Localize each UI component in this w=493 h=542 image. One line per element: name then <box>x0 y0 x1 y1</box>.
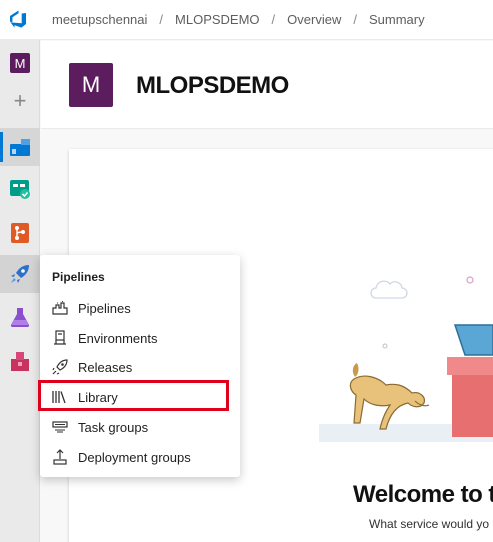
add-button[interactable]: + <box>0 82 40 120</box>
rail-pipelines[interactable] <box>0 255 40 293</box>
menu-item-label: Pipelines <box>78 300 131 316</box>
azure-devops-logo-icon[interactable] <box>8 9 28 29</box>
project-title: MLOPSDEMO <box>136 72 289 99</box>
welcome-subtitle: What service would yo <box>369 517 490 531</box>
overview-icon <box>10 139 30 156</box>
project-header: M MLOPSDEMO <box>41 41 493 129</box>
breadcrumb-summary[interactable]: Summary <box>369 12 425 27</box>
rail-artifacts[interactable] <box>0 342 40 380</box>
menu-item-pipelines[interactable]: Pipelines <box>40 293 240 323</box>
rail-test-plans[interactable] <box>0 298 40 336</box>
task-groups-icon <box>52 419 68 435</box>
boards-icon <box>10 180 30 199</box>
top-bar: meetupschennai / MLOPSDEMO / Overview / Summar… <box>0 0 493 40</box>
menu-item-task-groups[interactable]: Task groups <box>40 412 240 442</box>
breadcrumb-project[interactable]: MLOPSDEMO <box>175 12 260 27</box>
menu-item-label: Library <box>78 389 118 405</box>
flyout-title: Pipelines <box>52 270 105 284</box>
project-avatar: M <box>69 63 113 107</box>
pipelines-icon <box>52 300 68 316</box>
breadcrumb-separator: / <box>159 12 164 27</box>
menu-item-deployment-groups[interactable]: Deployment groups <box>40 442 240 472</box>
project-switcher[interactable]: M <box>0 44 40 82</box>
releases-icon <box>52 359 68 375</box>
test-plans-icon <box>10 308 30 327</box>
rail-boards[interactable] <box>0 170 40 208</box>
library-icon <box>52 389 68 405</box>
project-avatar-small: M <box>10 53 30 73</box>
breadcrumb-separator: / <box>353 12 357 27</box>
rail-repos[interactable] <box>0 214 40 252</box>
menu-item-label: Environments <box>78 330 158 346</box>
deployment-groups-icon <box>52 449 68 465</box>
menu-item-environments[interactable]: Environments <box>40 323 240 353</box>
artifacts-icon <box>11 352 29 371</box>
breadcrumb-separator: / <box>271 12 276 27</box>
breadcrumb: meetupschennai / MLOPSDEMO / Overview / Summar… <box>52 12 425 27</box>
left-navigation-rail: M + <box>0 40 40 542</box>
menu-item-label: Task groups <box>78 419 149 435</box>
menu-item-label: Deployment groups <box>78 449 191 465</box>
plus-icon: + <box>13 88 27 113</box>
menu-item-label: Releases <box>78 359 133 375</box>
environments-icon <box>52 330 68 346</box>
menu-item-library[interactable]: Library <box>40 382 240 412</box>
repos-icon <box>11 223 29 243</box>
rail-overview[interactable] <box>0 128 40 166</box>
welcome-title: Welcome to t <box>353 481 493 508</box>
breadcrumb-overview[interactable]: Overview <box>287 12 341 27</box>
pipelines-icon <box>11 265 29 283</box>
menu-item-releases[interactable]: Releases <box>40 352 240 382</box>
pipelines-flyout-menu: Pipelines Pipelines Environments Release… <box>40 255 240 477</box>
breadcrumb-org[interactable]: meetupschennai <box>52 12 147 27</box>
